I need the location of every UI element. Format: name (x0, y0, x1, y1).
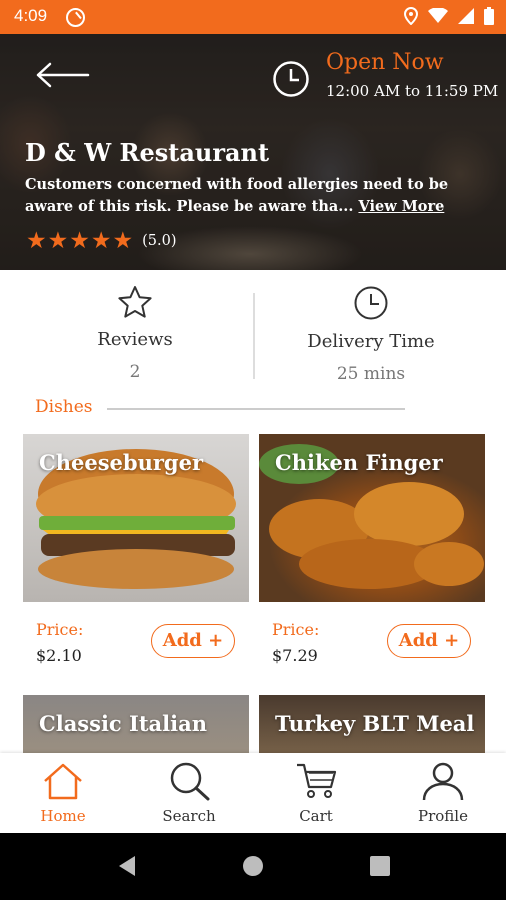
rating-value: (5.0) (142, 233, 177, 249)
opening-hours: 12:00 AM to 11:59 PM (326, 82, 499, 100)
open-status: Open Now (326, 50, 444, 75)
clock-icon (273, 61, 309, 97)
restaurant-description: Customers concerned with food allergies … (25, 174, 455, 218)
dish-card[interactable]: Classic Italian (23, 695, 249, 753)
status-icons (404, 7, 494, 25)
nav-cart-label: Cart (299, 807, 333, 825)
view-more-link[interactable]: View More (358, 198, 444, 215)
section-divider (107, 408, 405, 410)
recents-nav-icon[interactable] (368, 854, 392, 878)
home-icon (44, 763, 82, 800)
profile-icon (422, 762, 464, 801)
nav-search-label: Search (162, 807, 216, 825)
nav-search[interactable]: Search (144, 761, 234, 825)
dish-name: Cheeseburger (39, 450, 204, 475)
rating-stars: ★ ★ ★ ★ ★ (5.0) (26, 229, 177, 253)
restaurant-name: D & W Restaurant (25, 138, 270, 167)
dish-card[interactable]: Chiken Finger Price: $7.29 Add + (259, 434, 485, 674)
status-bar: 4:09 (0, 0, 506, 34)
dish-card[interactable]: Turkey BLT Meal (259, 695, 485, 753)
back-arrow-icon[interactable] (34, 60, 90, 90)
dish-name: Classic Italian (39, 711, 207, 736)
nav-profile[interactable]: Profile (398, 761, 488, 825)
dishes-section-title: Dishes (35, 397, 93, 417)
add-to-cart-button[interactable]: Add + (151, 624, 235, 658)
nav-profile-label: Profile (418, 807, 468, 825)
star-icon: ★ (26, 228, 47, 254)
cart-icon (297, 763, 337, 798)
restaurant-hero: Open Now 12:00 AM to 11:59 PM D & W Rest… (0, 34, 506, 270)
nav-home-label: Home (40, 807, 86, 825)
add-to-cart-button[interactable]: Add + (387, 624, 471, 658)
dish-image[interactable]: Classic Italian (23, 695, 249, 753)
clock-icon (354, 286, 388, 320)
reviews-label: Reviews (97, 329, 173, 350)
location-icon (404, 7, 418, 25)
dish-name: Turkey BLT Meal (275, 711, 475, 736)
nav-cart[interactable]: Cart (271, 761, 361, 825)
app-notification-icon (66, 8, 85, 27)
signal-icon (458, 8, 474, 24)
status-time: 4:09 (14, 6, 48, 25)
price-value: $2.10 (36, 646, 82, 665)
star-icon: ★ (112, 228, 134, 254)
star-icon: ★ (69, 228, 90, 254)
delivery-time-value: 25 mins (336, 364, 406, 384)
wifi-icon (428, 8, 448, 23)
dish-image[interactable]: Cheeseburger (23, 434, 249, 602)
system-navigation-bar (0, 833, 506, 900)
home-nav-icon[interactable] (241, 854, 265, 878)
dish-name: Chiken Finger (275, 450, 443, 475)
battery-icon (484, 7, 494, 25)
price-value: $7.29 (272, 646, 318, 665)
reviews-stat[interactable]: Reviews 2 (10, 285, 260, 382)
delivery-time-label: Delivery Time (307, 331, 435, 352)
star-icon: ★ (90, 228, 112, 254)
price-label: Price: (272, 620, 320, 639)
dish-image[interactable]: Chiken Finger (259, 434, 485, 602)
delivery-time-stat: Delivery Time 25 mins (246, 285, 496, 384)
reviews-count: 2 (129, 362, 141, 382)
dish-image[interactable]: Turkey BLT Meal (259, 695, 485, 753)
back-nav-icon[interactable] (115, 854, 139, 878)
dish-card[interactable]: Cheeseburger Price: $2.10 Add + (23, 434, 249, 674)
price-label: Price: (36, 620, 84, 639)
star-icon: ★ (47, 228, 69, 254)
nav-home[interactable]: Home (18, 761, 108, 825)
star-outline-icon (118, 286, 152, 318)
search-icon (170, 762, 210, 801)
bottom-navigation: Home Search Cart Profile (0, 753, 506, 833)
